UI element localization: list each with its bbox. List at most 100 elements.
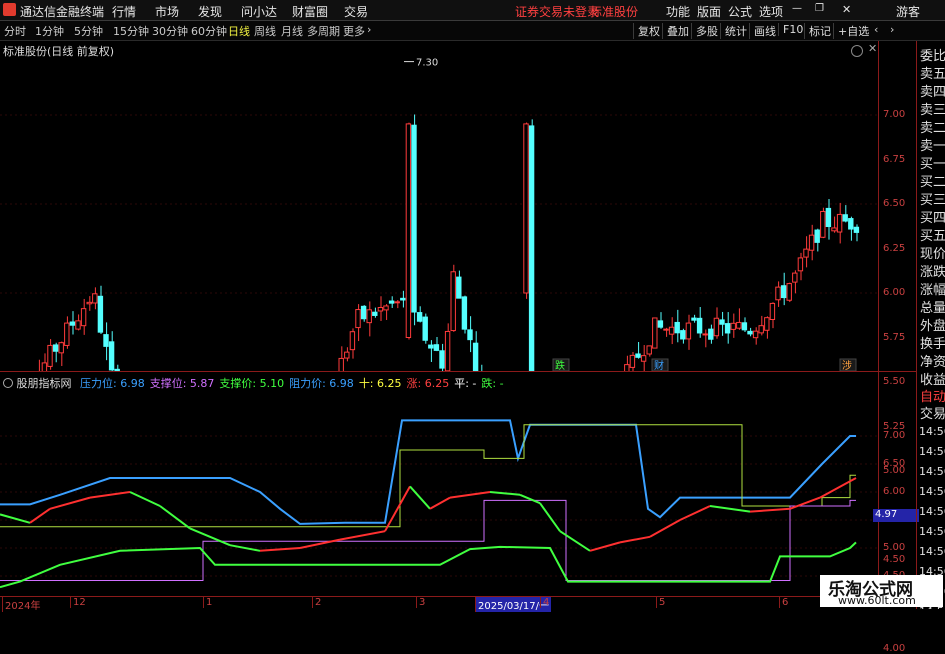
kline-chart[interactable]: 7.304.00跌财涉 [0, 41, 878, 371]
settings-icon[interactable] [851, 45, 863, 57]
tab-weekly[interactable]: 周线 [254, 23, 276, 39]
kline-chart-panel[interactable]: 7.304.00跌财涉 标准股份(日线 前复权) ✕ [0, 41, 878, 371]
indicator-field: 支撑价: 5.10 [219, 377, 285, 390]
indicator-tick-label: 6.50 [883, 458, 906, 469]
candle-body [372, 311, 378, 316]
candle-body [741, 322, 748, 331]
trade-time: 14:56 [919, 465, 945, 478]
tab-5min[interactable]: 5分钟 [74, 23, 103, 39]
add-watchlist-button[interactable]: +自选 [833, 23, 869, 39]
trade-time: 14:56 [919, 445, 945, 458]
menu-formula[interactable]: 公式 [728, 3, 752, 20]
candle-body [388, 300, 395, 304]
candle-body [355, 309, 361, 329]
menu-trade[interactable]: 交易 [344, 3, 368, 20]
indicator-main-segment [89, 491, 131, 499]
tab-60min[interactable]: 60分钟 [191, 23, 227, 39]
candle-body [405, 123, 412, 339]
candle-body [439, 350, 445, 369]
indicator-main-segment [189, 527, 231, 547]
site-watermark: 乐淘公式网 www.60lt.com [820, 575, 943, 607]
quote-row-label: 外盘 [920, 319, 945, 334]
candle-body [853, 226, 860, 233]
tab-1min[interactable]: 1分钟 [35, 23, 64, 39]
mark-button[interactable]: 标记 [804, 23, 831, 39]
tab-more[interactable]: 更多 [343, 23, 365, 39]
menu-function[interactable]: 功能 [666, 3, 690, 20]
back-icon[interactable]: ‹ [874, 23, 878, 36]
indicator-main-segment [339, 530, 386, 541]
candle-body [657, 320, 664, 328]
price-tick-label: 6.25 [883, 242, 906, 254]
candle-body [394, 301, 400, 304]
overlay-button[interactable]: 叠加 [662, 23, 689, 39]
candle-body [92, 293, 98, 304]
tab-15min[interactable]: 15分钟 [113, 23, 149, 39]
indicator-field: 十: 6.25 [358, 377, 402, 390]
chart-title: 标准股份(日线 前复权) [3, 45, 115, 58]
quote-row-label: 卖五 [920, 67, 945, 82]
candle-body [814, 229, 820, 243]
candle-body [820, 210, 826, 238]
indicator-field: 阻力价: 6.98 [289, 377, 354, 390]
tab-intraday[interactable]: 分时 [4, 23, 26, 39]
high-label: 7.30 [416, 58, 438, 69]
menu-layout[interactable]: 版面 [697, 3, 721, 20]
price-tick-label: 6.50 [883, 198, 906, 209]
timeline-label: 5 [656, 597, 665, 608]
draw-line-button[interactable]: 画线 [749, 23, 776, 39]
multi-stock-button[interactable]: 多股 [691, 23, 718, 39]
candle-body [719, 319, 725, 325]
price-tick-label: 5.75 [883, 331, 906, 343]
adjust-button[interactable]: 复权 [633, 23, 660, 39]
tab-multi-period[interactable]: 多周期 [307, 23, 340, 39]
current-value-badge: 4.97 [873, 509, 919, 522]
menu-options[interactable]: 选项 [759, 3, 783, 20]
indicator-chart[interactable] [0, 372, 878, 596]
quote-row-label: 现价 [920, 247, 945, 262]
quote-row-label: 收益 [920, 373, 945, 386]
tab-daily[interactable]: 日线 [228, 23, 250, 39]
candle-body [652, 317, 658, 349]
tab-monthly[interactable]: 月线 [281, 23, 303, 39]
restore-icon[interactable]: ❐ [815, 3, 824, 14]
indicator-main-segment [449, 491, 491, 499]
candle-body [523, 123, 529, 294]
menu-discover[interactable]: 发现 [198, 3, 222, 20]
candle-body [708, 328, 714, 340]
price-axis: 7.006.756.506.256.005.755.505.255.004.75… [878, 41, 917, 654]
indicator-field: 压力位: 6.98 [80, 377, 145, 390]
statistics-button[interactable]: 统计 [720, 23, 747, 39]
price-tick-label: 6.75 [883, 153, 906, 165]
candle-body [764, 317, 770, 331]
forward-icon[interactable]: › [890, 23, 894, 36]
close-icon[interactable]: ✕ [842, 3, 851, 16]
candle-body [52, 344, 59, 352]
user-label[interactable]: 游客 [896, 3, 920, 20]
timeline-label: 6 [779, 597, 788, 608]
indicator-main-segment [429, 496, 451, 510]
indicator-main-segment [409, 485, 431, 510]
menu-markets[interactable]: 市场 [155, 3, 179, 20]
f10-button[interactable]: F10 [778, 23, 803, 36]
candle-body [47, 344, 53, 367]
candle-body [724, 323, 731, 334]
indicator-name[interactable]: 股朋指标网 [17, 377, 72, 390]
indicator-axis: 7.006.506.005.505.004.50 4.97 [873, 372, 919, 596]
quote-row-label: 涨跌 [920, 265, 945, 280]
tab-30min[interactable]: 30分钟 [152, 23, 188, 39]
menu-wealth[interactable]: 财富圈 [292, 3, 328, 20]
menu-assistant[interactable]: 问小达 [241, 3, 277, 20]
quote-row-label: 总量 [920, 301, 945, 316]
minimize-icon[interactable]: — [792, 3, 802, 14]
menu-market[interactable]: 行情 [112, 3, 136, 20]
close-chart-icon[interactable]: ✕ [868, 42, 877, 55]
trade-time: 14:56 [919, 505, 945, 518]
login-notice[interactable]: 证券交易未登录 [515, 3, 599, 20]
candle-body [702, 333, 708, 336]
indicator-panel[interactable]: 股朋指标网 压力位: 6.98 支撑位: 5.87 支撑价: 5.10 阻力价: 6.… [0, 372, 878, 596]
chevron-right-icon[interactable]: › [367, 23, 371, 36]
timeline-label: 2 [312, 597, 321, 608]
indicator-settings-icon[interactable] [3, 378, 13, 388]
candle-body [422, 316, 428, 341]
